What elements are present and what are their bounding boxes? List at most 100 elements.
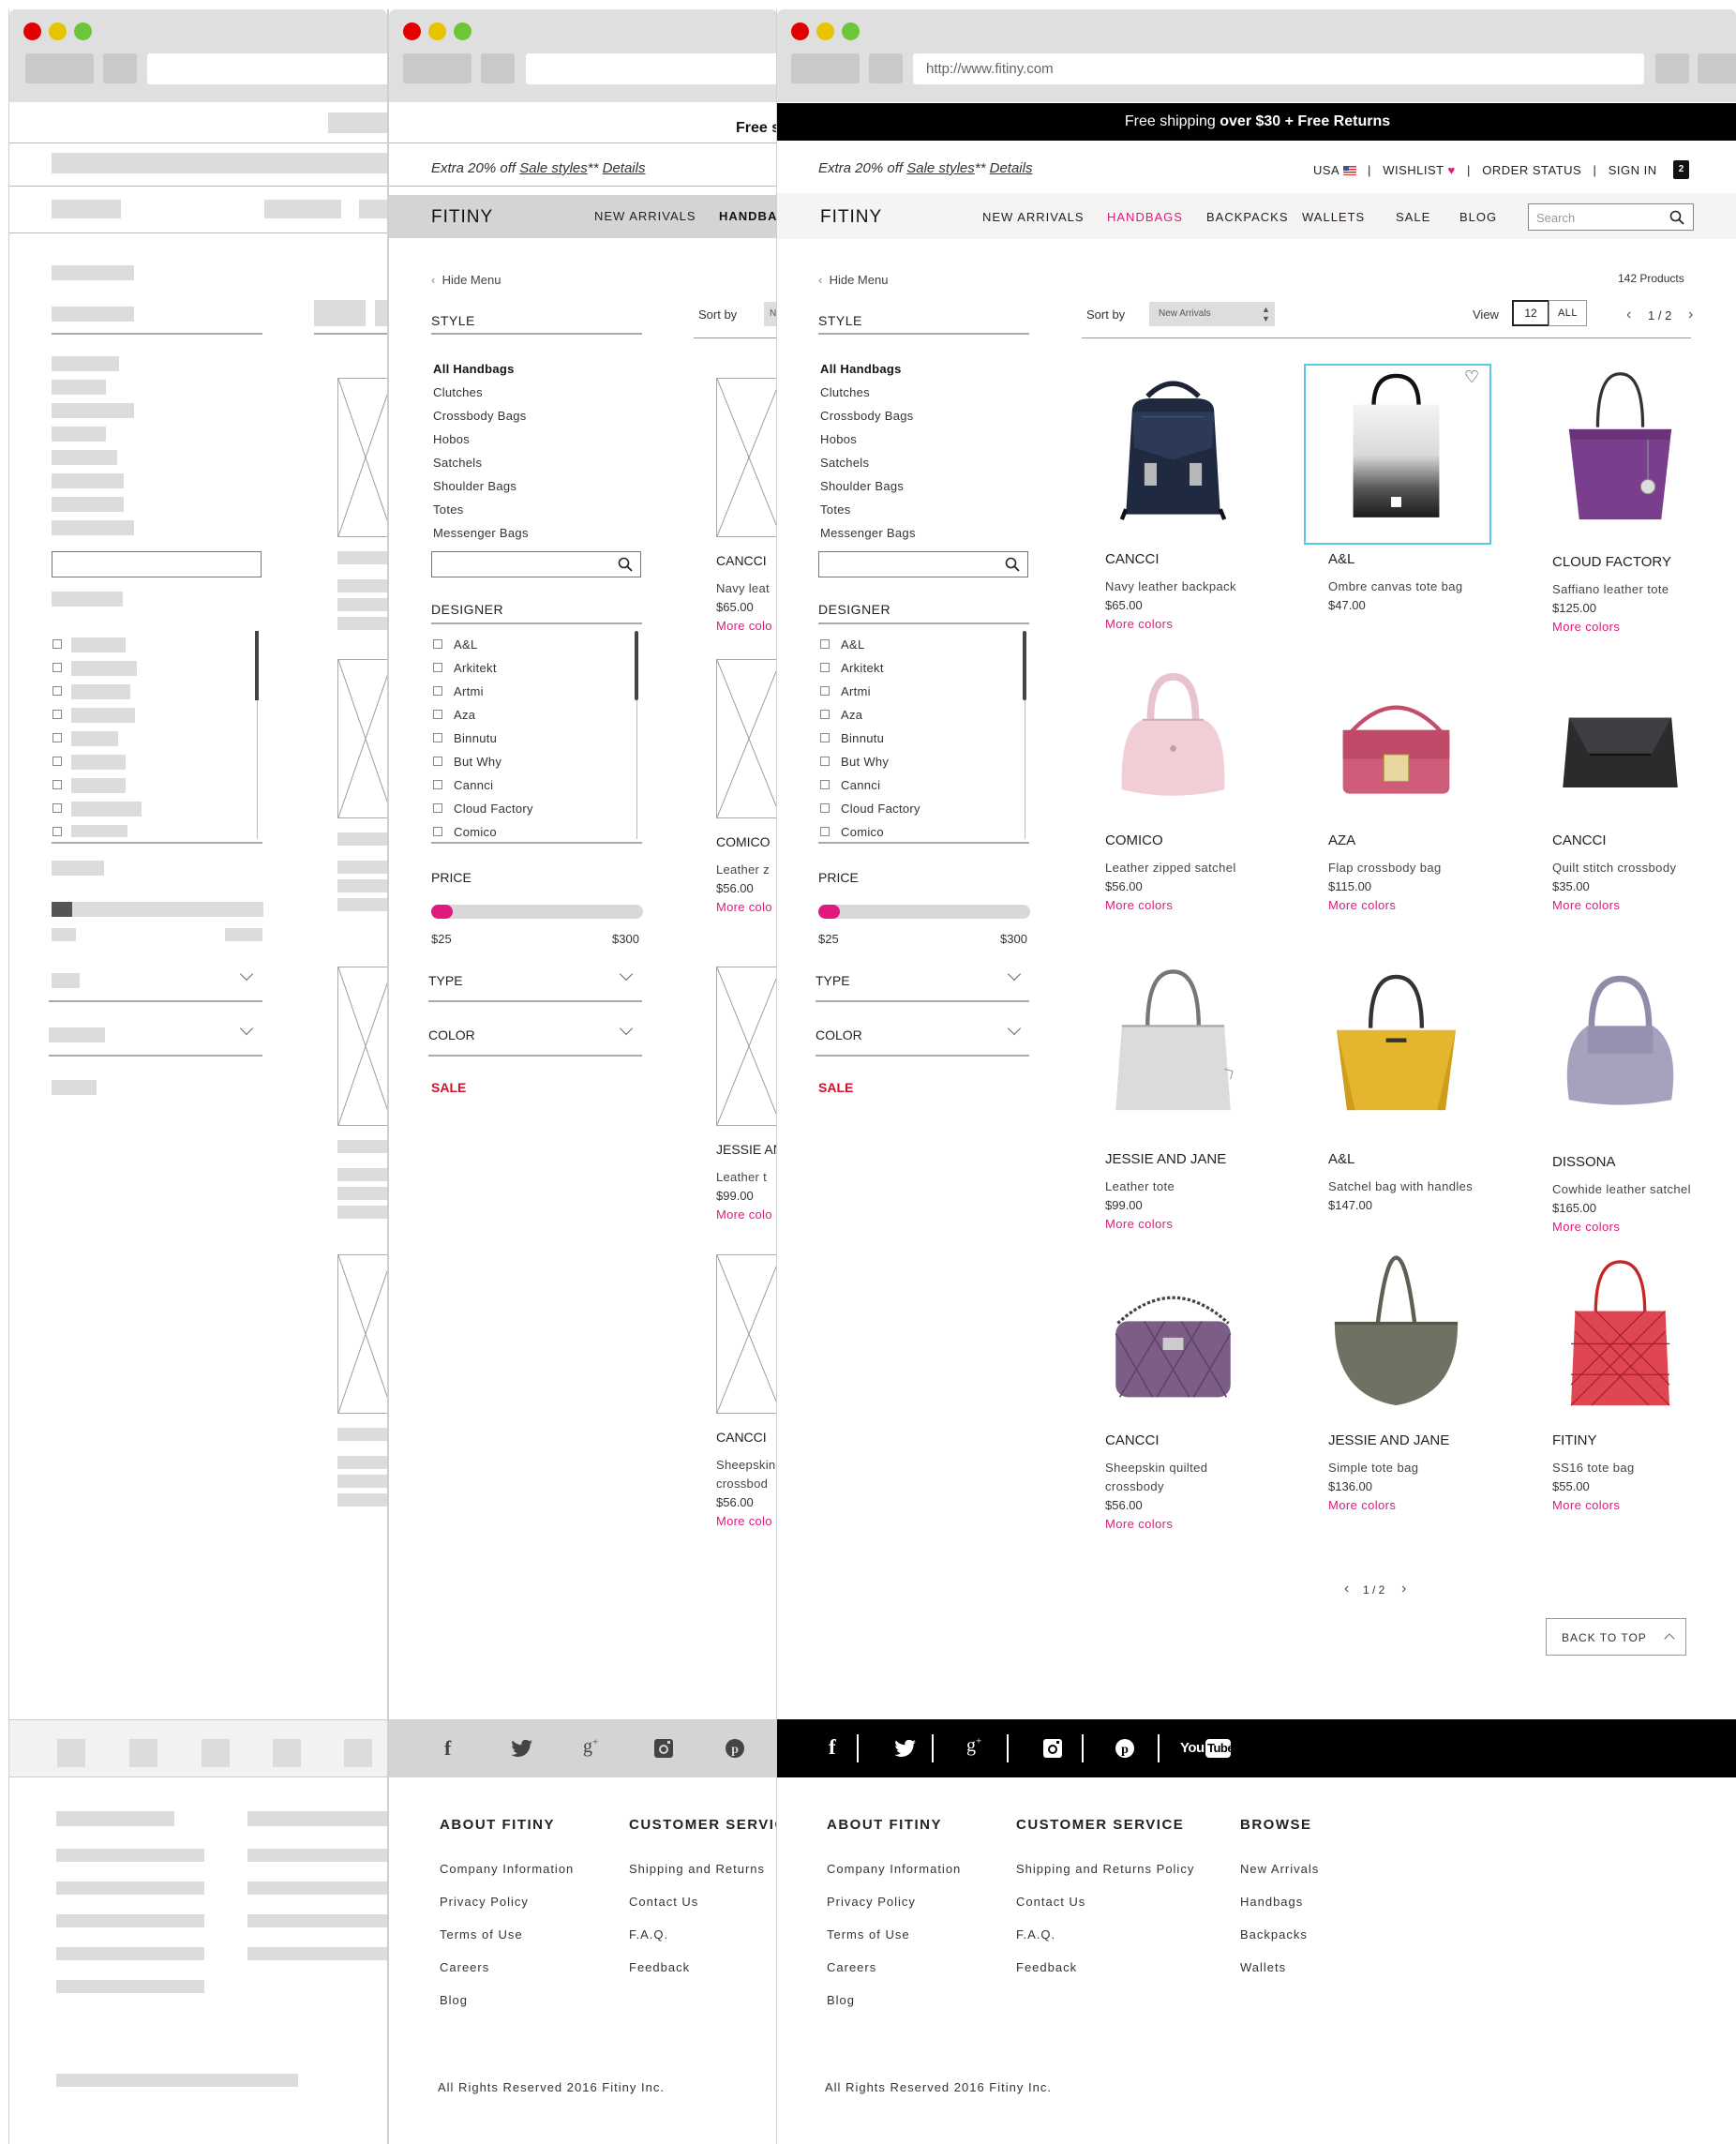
product-name[interactable]: SS16 tote bag — [1552, 1461, 1635, 1475]
chevron-down-icon[interactable] — [619, 967, 634, 982]
product-image-placeholder[interactable] — [337, 659, 387, 818]
product-brand[interactable]: CANCCI — [1552, 832, 1607, 848]
chevron-down-icon[interactable] — [1007, 967, 1022, 982]
product-image[interactable] — [1314, 356, 1478, 539]
browser-button[interactable] — [1655, 53, 1689, 83]
designer-checkbox[interactable] — [433, 780, 442, 789]
scrollbar-thumb[interactable] — [1023, 631, 1026, 700]
product-name[interactable]: Navy leather backpack — [1105, 579, 1236, 593]
nav-new-arrivals[interactable]: NEW ARRIVALS — [982, 210, 1085, 224]
back-button[interactable] — [791, 53, 860, 83]
close-window-button[interactable] — [23, 22, 41, 40]
product-image[interactable] — [1091, 647, 1255, 830]
designer-item-placeholder[interactable] — [71, 802, 142, 817]
product-image-placeholder[interactable] — [337, 378, 387, 537]
style-item-placeholder[interactable] — [52, 497, 124, 512]
product-brand[interactable]: A&L — [1328, 1151, 1354, 1167]
address-bar[interactable] — [147, 53, 387, 84]
style-item-placeholder[interactable] — [52, 380, 106, 395]
designer-checkbox[interactable] — [820, 757, 830, 766]
chevron-down-icon[interactable] — [239, 1021, 254, 1036]
product-name[interactable]: Quilt stitch crossbody — [1552, 861, 1676, 875]
style-filter-item[interactable]: Crossbody Bags — [433, 409, 527, 423]
search-placeholder[interactable]: Search — [1536, 211, 1575, 225]
designer-filter-item[interactable]: Comico — [454, 825, 497, 839]
wishlist-link[interactable]: WISHLIST — [1383, 163, 1444, 177]
product-image-placeholder[interactable] — [716, 659, 777, 818]
footer-link-placeholder[interactable] — [56, 1882, 204, 1895]
product-name[interactable]: Flap crossbody bag — [1328, 861, 1442, 875]
more-colors-link[interactable]: More colors — [1328, 1498, 1396, 1512]
sale-link[interactable]: SALE — [818, 1080, 853, 1095]
color-filter-title[interactable]: COLOR — [816, 1027, 862, 1042]
checkbox[interactable] — [52, 733, 62, 742]
designer-filter-item[interactable]: Comico — [841, 825, 884, 839]
designer-filter-item[interactable]: Cannci — [841, 778, 880, 792]
style-filter-item[interactable]: All Handbags — [820, 362, 902, 376]
search-input[interactable] — [431, 551, 641, 577]
style-filter-item[interactable]: Shoulder Bags — [433, 479, 516, 493]
style-filter-item[interactable]: Messenger Bags — [433, 526, 529, 540]
country-selector[interactable]: USA — [1313, 163, 1339, 177]
designer-filter-item[interactable]: Binnutu — [841, 731, 884, 745]
designer-filter-item[interactable]: Arkitekt — [454, 661, 497, 675]
more-colors-link[interactable]: More colors — [1105, 617, 1173, 631]
footer-link[interactable]: Privacy Policy — [440, 1895, 529, 1909]
footer-link-placeholder[interactable] — [247, 1849, 387, 1862]
address-bar[interactable]: http://www.fitiny.com — [913, 53, 1644, 84]
designer-checkbox[interactable] — [820, 663, 830, 672]
checkbox[interactable] — [52, 686, 62, 696]
style-filter-item[interactable]: Satchels — [820, 456, 869, 470]
next-page-icon[interactable]: › — [1401, 1581, 1406, 1597]
footer-link[interactable]: F.A.Q. — [1016, 1927, 1055, 1942]
browser-menu-button[interactable] — [1698, 53, 1736, 83]
designer-checkbox[interactable] — [820, 827, 830, 836]
nav-wallets[interactable]: WALLETS — [1302, 210, 1365, 224]
product-brand[interactable]: DISSONA — [1552, 1154, 1616, 1170]
designer-checkbox[interactable] — [433, 639, 442, 649]
nav-handbags[interactable]: HANDBAGS — [1107, 210, 1183, 224]
more-colors-link[interactable]: More colo — [716, 1514, 772, 1528]
scrollbar-thumb[interactable] — [255, 631, 259, 700]
price-slider[interactable] — [431, 905, 643, 919]
designer-filter-item[interactable]: Binnutu — [454, 731, 497, 745]
footer-link[interactable]: Handbags — [1240, 1895, 1303, 1909]
address-bar[interactable] — [526, 53, 777, 84]
footer-link[interactable]: Shipping and Returns — [629, 1862, 765, 1876]
designer-filter-item[interactable]: Cloud Factory — [841, 802, 920, 816]
product-image[interactable] — [1091, 356, 1255, 539]
designer-item-placeholder[interactable] — [71, 825, 127, 837]
designer-filter-item[interactable]: But Why — [454, 755, 501, 769]
nav-new-arrivals[interactable]: NEW ARRIVALS — [594, 209, 696, 223]
more-colors-link[interactable]: More colors — [1105, 898, 1173, 912]
forward-button[interactable] — [103, 53, 137, 83]
checkbox[interactable] — [52, 663, 62, 672]
designer-item-placeholder[interactable] — [71, 755, 126, 770]
more-colors-link[interactable]: More colors — [1105, 1517, 1173, 1531]
product-image-placeholder[interactable] — [337, 1254, 387, 1414]
designer-item-placeholder[interactable] — [71, 708, 135, 723]
product-image[interactable] — [1091, 947, 1255, 1130]
product-image[interactable] — [1314, 1242, 1478, 1425]
footer-link[interactable]: Feedback — [629, 1960, 690, 1974]
style-item-placeholder[interactable] — [52, 473, 124, 488]
style-filter-item[interactable]: Satchels — [433, 456, 482, 470]
sale-link[interactable]: SALE — [431, 1080, 466, 1095]
designer-filter-item[interactable]: Artmi — [454, 684, 484, 698]
twitter-icon[interactable] — [511, 1740, 533, 1759]
google-plus-icon[interactable]: g+ — [583, 1736, 598, 1758]
hide-menu-link[interactable]: ‹ Hide Menu — [818, 273, 888, 287]
designer-filter-item[interactable]: A&L — [841, 637, 864, 652]
type-filter-title[interactable]: TYPE — [428, 973, 463, 988]
social-icon-placeholder[interactable] — [202, 1739, 230, 1767]
more-colors-link[interactable]: More colors — [1105, 1217, 1173, 1231]
style-filter-item[interactable]: Totes — [820, 502, 851, 517]
product-image[interactable] — [1538, 356, 1702, 539]
nav-sale[interactable]: SALE — [1396, 210, 1430, 224]
product-brand[interactable]: CANCCI — [716, 553, 767, 568]
product-name[interactable]: Saffiano leather tote — [1552, 582, 1669, 596]
back-to-top-button[interactable]: BACK TO TOP — [1546, 1618, 1686, 1656]
style-filter-item[interactable]: Messenger Bags — [820, 526, 916, 540]
price-slider-fill[interactable] — [431, 905, 453, 919]
checkbox[interactable] — [52, 827, 62, 836]
